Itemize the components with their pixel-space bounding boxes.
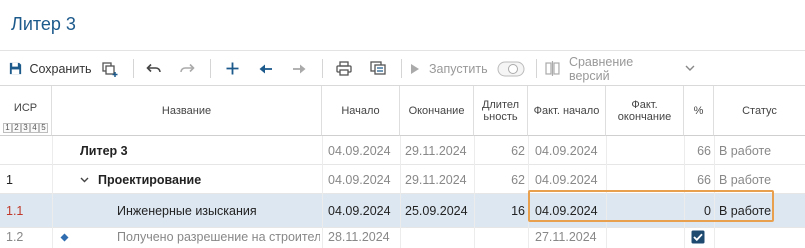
run-toggle[interactable] (496, 51, 526, 86)
column-header-isr[interactable]: ИСР 1 2 3 4 5 (0, 86, 52, 136)
column-header-status[interactable]: Статус (714, 86, 805, 136)
row-percent: 66 (697, 143, 711, 158)
isr-level-1[interactable]: 1 (3, 123, 12, 133)
column-header-duration[interactable]: Длител ьность (474, 86, 528, 136)
row-fact-start: 27.11.2024 (535, 230, 597, 244)
indent-button[interactable] (287, 51, 311, 86)
column-header-start[interactable]: Начало (322, 86, 400, 136)
play-icon (411, 63, 419, 74)
export-button[interactable] (366, 51, 390, 86)
fact-start-header-label: Факт. начало (533, 104, 600, 117)
fact-end-header-line1: Факт. (631, 98, 658, 111)
print-button[interactable] (332, 51, 356, 86)
completed-checkbox[interactable] (691, 228, 707, 248)
row-fact-start: 04.09.2024 (535, 172, 598, 187)
collapse-toggle[interactable] (80, 165, 94, 194)
toggle-icon (497, 61, 525, 76)
compare-label: Сравнение версий (568, 54, 634, 83)
row-end: 29.11.2024 (405, 172, 467, 187)
isr-level-selector: 1 2 3 4 5 (3, 123, 48, 133)
column-header-end[interactable]: Окончание (400, 86, 474, 136)
run-button[interactable]: Запустить (410, 51, 488, 86)
undo-icon (146, 63, 161, 72)
row-isr: 1.1 (6, 204, 24, 218)
chevron-down-icon (80, 177, 89, 182)
row-fact-start: 04.09.2024 (535, 143, 598, 158)
toolbar: Сохранить Запустить Сравнение версий (0, 50, 805, 86)
redo-icon (180, 63, 195, 72)
fact-end-header-line2: окончание (617, 110, 672, 123)
outdent-button[interactable] (254, 51, 278, 86)
row-start: 04.09.2024 (328, 204, 391, 218)
row-percent[interactable]: 0 (684, 194, 711, 228)
arrow-left-icon (259, 64, 272, 73)
undo-button[interactable] (142, 51, 166, 86)
copy-icon (369, 61, 386, 75)
row-duration (474, 228, 525, 248)
row-fact-start[interactable]: 04.09.2024 (535, 194, 605, 228)
duration-header-line1: Длител (481, 98, 520, 111)
column-header-fact-end[interactable]: Факт. окончание (606, 86, 684, 136)
row-duration: 62 (511, 172, 525, 187)
checkbox-checked-icon (691, 230, 705, 244)
redo-button[interactable] (175, 51, 199, 86)
row-end: 29.11.2024 (405, 143, 467, 158)
save-button[interactable]: Сохранить (8, 51, 92, 86)
column-header-name[interactable]: Название (52, 86, 322, 136)
title-bar: Литер 3 (0, 0, 805, 50)
copy-button[interactable] (98, 51, 122, 86)
row-start: 04.09.2024 (328, 172, 391, 187)
isr-level-5[interactable]: 5 (39, 123, 48, 133)
add-button[interactable] (220, 51, 244, 86)
column-header-percent[interactable]: % (684, 86, 714, 136)
row-name: Получено разрешение на строител (117, 230, 320, 244)
isr-level-4[interactable]: 4 (30, 123, 39, 133)
row-start: 28.11.2024 (328, 230, 390, 244)
compare-icon (545, 61, 560, 76)
row-fact-end (612, 165, 682, 194)
row-name: Инженерные изыскания (117, 204, 257, 218)
row-fact-end (612, 136, 682, 165)
status-header-label: Статус (742, 104, 777, 117)
compare-versions-button[interactable]: Сравнение версий (545, 51, 695, 86)
isr-header-label: ИСР (13, 102, 38, 114)
save-icon (10, 62, 22, 75)
isr-level-2[interactable]: 2 (12, 123, 21, 133)
page-title: Литер 3 (11, 14, 76, 34)
save-label: Сохранить (29, 61, 92, 76)
run-label: Запустить (429, 61, 488, 76)
row-status: В работе (719, 172, 772, 187)
arrow-right-icon (293, 64, 306, 73)
row-fact-end[interactable] (612, 194, 682, 228)
row-end (405, 228, 473, 248)
row-isr: 1.2 (6, 230, 24, 244)
row-end: 25.09.2024 (405, 204, 468, 218)
row-duration: 16 (511, 204, 525, 218)
row-start: 04.09.2024 (328, 143, 391, 158)
row-name: Проектирование (98, 172, 202, 187)
copy-plus-icon (102, 61, 118, 77)
printer-icon (336, 61, 352, 76)
isr-level-3[interactable]: 3 (21, 123, 30, 133)
column-header-fact-start[interactable]: Факт. начало (528, 86, 606, 136)
end-header-label: Окончание (408, 104, 465, 117)
diamond-icon (60, 233, 69, 241)
row-isr: 1 (6, 172, 13, 187)
percent-header-label: % (693, 104, 704, 117)
row-status[interactable]: В работе (719, 194, 775, 228)
name-header-label: Название (161, 104, 212, 117)
duration-header-line2: ьность (483, 110, 518, 123)
plus-icon (226, 62, 238, 75)
start-header-label: Начало (341, 104, 380, 117)
row-percent: 66 (697, 172, 711, 187)
task-grid: ИСР 1 2 3 4 5 Название Начало Окончание … (0, 86, 805, 248)
row-name: Литер 3 (80, 143, 128, 158)
row-duration: 62 (511, 143, 525, 158)
row-isr (6, 136, 50, 165)
milestone-marker (60, 228, 72, 248)
chevron-down-icon (685, 65, 695, 71)
row-status: В работе (719, 143, 772, 158)
